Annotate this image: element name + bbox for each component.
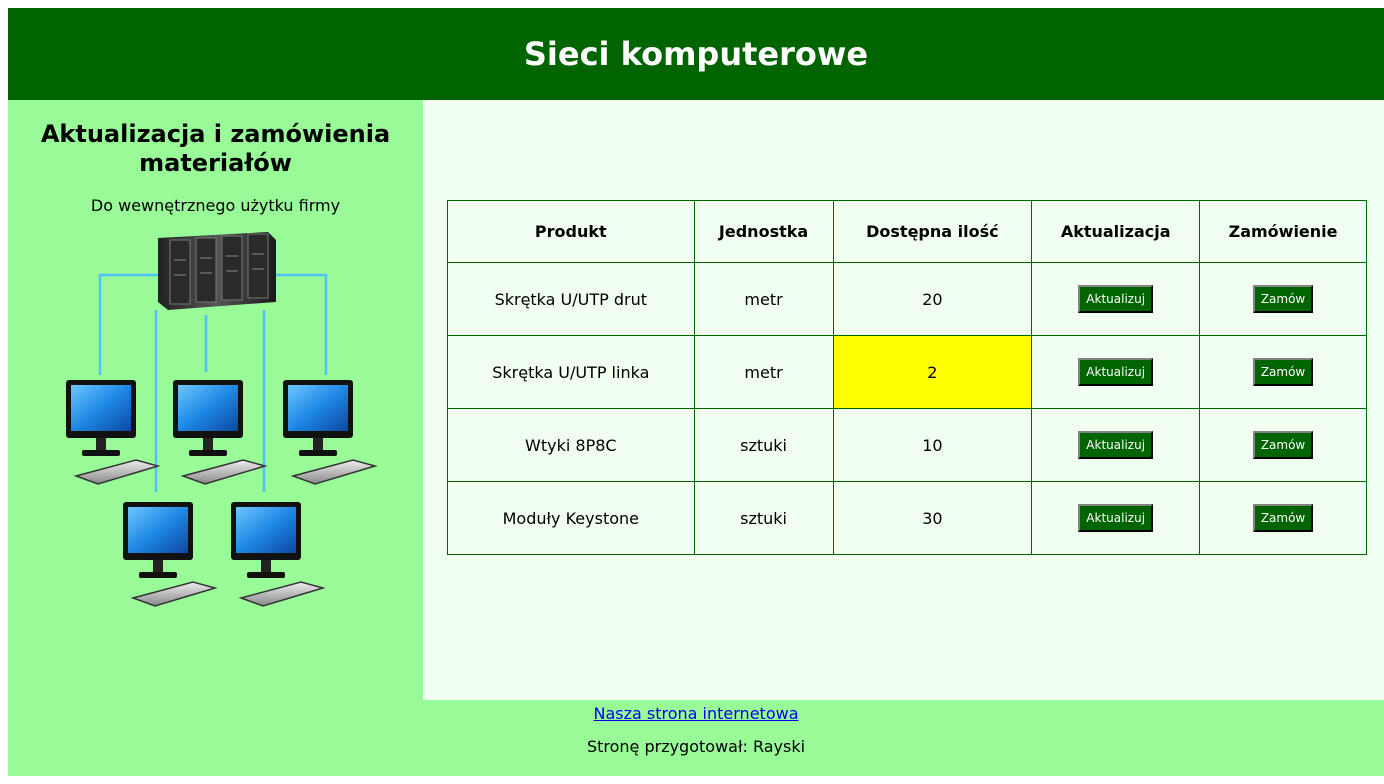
table-header-row: Produkt Jednostka Dostępna ilość Aktuali… [447,200,1367,263]
page-header: Sieci komputerowe [8,8,1384,100]
product-cell: Moduły Keystone [447,481,695,555]
column-header-product: Produkt [447,200,695,263]
column-header-quantity: Dostępna ilość [832,200,1033,263]
network-illustration [65,232,376,607]
column-header-order: Zamówienie [1199,200,1367,263]
page-title: Sieci komputerowe [523,35,869,73]
column-header-unit: Jednostka [693,200,834,263]
order-cell: Zamów [1199,262,1367,336]
update-cell: Aktualizuj [1031,481,1201,555]
unit-cell: metr [693,335,834,409]
order-cell: Zamów [1199,481,1367,555]
table-row: Wtyki 8P8C sztuki 10 Aktualizuj Zamów [447,408,1367,482]
author-credit: Stronę przygotował: Rayski [586,737,806,756]
quantity-cell: 20 [832,262,1033,336]
quantity-cell: 30 [832,481,1033,555]
page-footer: Nasza strona internetowa Stronę przygoto… [8,700,1384,776]
update-button[interactable]: Aktualizuj [1078,431,1154,459]
table-row: Skrętka U/UTP linka metr 2 Aktualizuj Za… [447,335,1367,409]
order-cell: Zamów [1199,408,1367,482]
update-cell: Aktualizuj [1031,262,1201,336]
update-button[interactable]: Aktualizuj [1078,358,1154,386]
update-cell: Aktualizuj [1031,408,1201,482]
sidebar-subtitle: Do wewnętrznego użytku firmy [90,196,341,215]
unit-cell: metr [693,262,834,336]
order-cell: Zamów [1199,335,1367,409]
order-button[interactable]: Zamów [1252,285,1314,313]
sidebar-title: Aktualizacja i zamówienia materiałów [40,120,391,177]
main-content: Produkt Jednostka Dostępna ilość Aktuali… [423,100,1384,700]
column-header-update: Aktualizacja [1031,200,1201,263]
product-cell: Wtyki 8P8C [447,408,695,482]
table-row: Moduły Keystone sztuki 30 Aktualizuj Zam… [447,481,1367,555]
materials-table: Produkt Jednostka Dostępna ilość Aktuali… [447,200,1367,555]
update-button[interactable]: Aktualizuj [1078,504,1154,532]
order-button[interactable]: Zamów [1252,358,1314,386]
update-cell: Aktualizuj [1031,335,1201,409]
quantity-cell: 10 [832,408,1033,482]
website-link[interactable]: Nasza strona internetowa [594,704,799,723]
order-button[interactable]: Zamów [1252,431,1314,459]
table-row: Skrętka U/UTP drut metr 20 Aktualizuj Za… [447,262,1367,336]
left-panel: Aktualizacja i zamówienia materiałów Do … [8,100,423,700]
update-button[interactable]: Aktualizuj [1078,285,1154,313]
unit-cell: sztuki [693,481,834,555]
quantity-cell-low-stock: 2 [832,335,1033,409]
order-button[interactable]: Zamów [1252,504,1314,532]
product-cell: Skrętka U/UTP linka [447,335,695,409]
product-cell: Skrętka U/UTP drut [447,262,695,336]
unit-cell: sztuki [693,408,834,482]
